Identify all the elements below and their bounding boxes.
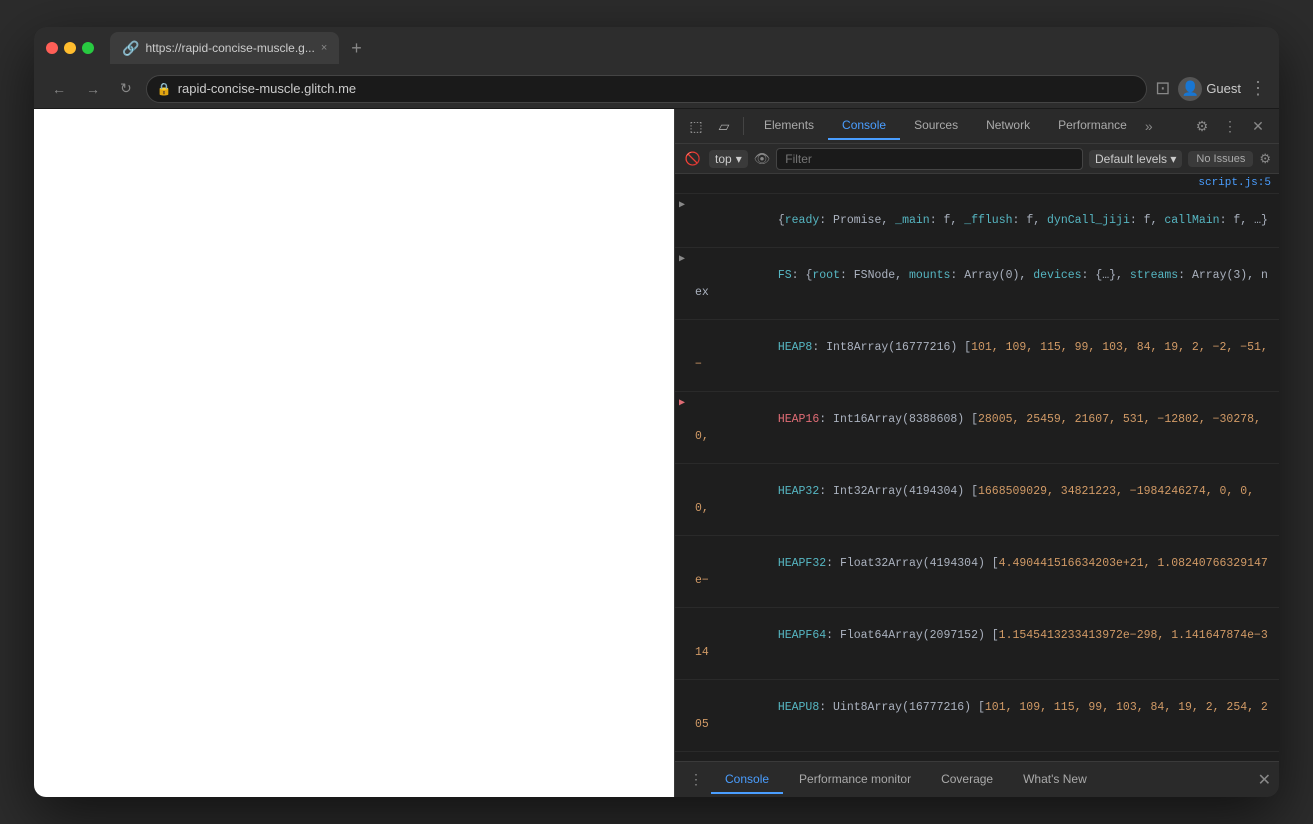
- bottom-tab-coverage[interactable]: Coverage: [927, 766, 1007, 794]
- profile-label: Guest: [1206, 81, 1241, 96]
- more-tabs-icon[interactable]: »: [1145, 118, 1153, 134]
- main-area: ⬚ ▱ Elements Console Sources Network Per…: [34, 109, 1279, 797]
- console-line: HEAP32: Int32Array(4194304) [1668509029,…: [675, 464, 1279, 536]
- issues-badge[interactable]: No Issues: [1188, 151, 1253, 167]
- tab-sources[interactable]: Sources: [900, 112, 972, 140]
- console-line: HEAPF64: Float64Array(2097152) [1.154541…: [675, 608, 1279, 680]
- console-line-content: HEAP16: Int16Array(8388608) [28005, 2545…: [695, 393, 1271, 462]
- profile-icon: 👤: [1178, 77, 1202, 101]
- profile-button[interactable]: 👤 Guest: [1178, 77, 1241, 101]
- context-selector[interactable]: top ▾: [709, 150, 748, 168]
- console-source-link-line: script.js:5: [675, 174, 1279, 194]
- tab-elements[interactable]: Elements: [750, 112, 828, 140]
- clear-console-icon[interactable]: 🚫: [683, 149, 703, 169]
- menu-button[interactable]: ⋮: [1249, 78, 1267, 99]
- maximize-button[interactable]: [82, 42, 94, 54]
- console-line-content: HEAPF32: Float32Array(4194304) [4.490441…: [695, 537, 1271, 606]
- console-line: HEAPU8: Uint8Array(16777216) [101, 109, …: [675, 680, 1279, 752]
- console-line-content: {ready: Promise, _main: f, _fflush: f, d…: [695, 195, 1271, 247]
- nav-bar: ← → ↻ 🔒 rapid-concise-muscle.glitch.me ⊡…: [34, 69, 1279, 109]
- tab-network[interactable]: Network: [972, 112, 1044, 140]
- console-line-content: HEAPU8: Uint8Array(16777216) [101, 109, …: [695, 681, 1271, 750]
- address-text: rapid-concise-muscle.glitch.me: [178, 81, 356, 96]
- forward-button[interactable]: →: [80, 77, 106, 101]
- console-output[interactable]: script.js:5 ▶ {ready: Promise, _main: f,…: [675, 174, 1279, 761]
- bottom-tab-more-icon[interactable]: ⋮: [683, 771, 709, 788]
- context-label: top: [715, 152, 732, 166]
- console-line: ▶ HEAP16: Int16Array(8388608) [28005, 25…: [675, 392, 1279, 464]
- refresh-button[interactable]: ↻: [114, 76, 138, 101]
- close-button[interactable]: [46, 42, 58, 54]
- address-bar[interactable]: 🔒 rapid-concise-muscle.glitch.me: [146, 75, 1147, 103]
- bottom-bar-close-icon[interactable]: ✕: [1258, 770, 1271, 790]
- bottom-tab-whats-new[interactable]: What's New: [1009, 766, 1101, 794]
- source-link[interactable]: script.js:5: [1198, 175, 1271, 192]
- tab-console[interactable]: Console: [828, 112, 900, 140]
- devtools-toolbar2: 🚫 top ▾ 👁 Default levels ▾ No Issues ⚙: [675, 144, 1279, 174]
- nav-actions: ⊡ 👤 Guest ⋮: [1155, 77, 1267, 101]
- bottom-tab-bar: ⋮ Console Performance monitor Coverage W…: [675, 761, 1279, 797]
- console-line-content: HEAPU16: Uint16Array(8388608) [28005, 25…: [695, 753, 1271, 761]
- levels-dropdown-icon: ▾: [1170, 152, 1176, 166]
- tab-title: https://rapid-concise-muscle.g...: [145, 41, 314, 55]
- new-tab-button[interactable]: +: [343, 38, 370, 59]
- levels-label: Default levels: [1095, 152, 1167, 166]
- browser-window: 🔗 https://rapid-concise-muscle.g... × + …: [34, 27, 1279, 797]
- console-line: HEAP8: Int8Array(16777216) [101, 109, 11…: [675, 320, 1279, 392]
- toolbar-separator: [743, 117, 744, 135]
- devtools-toolbar: ⬚ ▱ Elements Console Sources Network Per…: [675, 109, 1279, 144]
- devtools-tabs: Elements Console Sources Network Perform…: [750, 112, 1187, 140]
- console-line: HEAPU16: Uint16Array(8388608) [28005, 25…: [675, 752, 1279, 761]
- browser-viewport: [34, 109, 674, 797]
- lock-icon: 🔒: [157, 82, 172, 96]
- bottom-tab-performance-monitor[interactable]: Performance monitor: [785, 766, 925, 794]
- title-bar: 🔗 https://rapid-concise-muscle.g... × +: [34, 27, 1279, 69]
- console-line: HEAPF32: Float32Array(4194304) [4.490441…: [675, 536, 1279, 608]
- devtools-panel: ⬚ ▱ Elements Console Sources Network Per…: [674, 109, 1279, 797]
- console-settings-icon[interactable]: ⚙: [1259, 151, 1271, 167]
- back-button[interactable]: ←: [46, 77, 72, 101]
- devtools-more-icon[interactable]: ⋮: [1217, 113, 1243, 139]
- tab-bar: 🔗 https://rapid-concise-muscle.g... × +: [110, 32, 1267, 64]
- devtools-close-icon[interactable]: ✕: [1245, 113, 1271, 139]
- traffic-lights: [46, 42, 94, 54]
- inspect-element-icon[interactable]: ⬚: [683, 113, 709, 139]
- log-levels-selector[interactable]: Default levels ▾: [1089, 150, 1182, 168]
- tab-favicon: 🔗: [122, 40, 139, 57]
- browser-tab[interactable]: 🔗 https://rapid-concise-muscle.g... ×: [110, 32, 339, 64]
- eye-icon[interactable]: 👁: [754, 151, 771, 167]
- console-line-content: FS: {root: FSNode, mounts: Array(0), dev…: [695, 249, 1271, 318]
- device-emulation-icon[interactable]: ▱: [711, 113, 737, 139]
- tab-performance[interactable]: Performance: [1044, 112, 1141, 140]
- devtools-settings-icon[interactable]: ⚙: [1189, 113, 1215, 139]
- console-filter-input[interactable]: [776, 148, 1083, 170]
- tab-close-button[interactable]: ×: [321, 42, 327, 54]
- bottom-tab-console[interactable]: Console: [711, 766, 783, 794]
- console-line: ▶ FS: {root: FSNode, mounts: Array(0), d…: [675, 248, 1279, 320]
- extensions-button[interactable]: ⊡: [1155, 78, 1170, 99]
- expand-arrow-icon[interactable]: ▶: [679, 198, 685, 213]
- console-line-content: HEAP32: Int32Array(4194304) [1668509029,…: [695, 465, 1271, 534]
- console-line-content: HEAPF64: Float64Array(2097152) [1.154541…: [695, 609, 1271, 678]
- console-line-content: HEAP8: Int8Array(16777216) [101, 109, 11…: [695, 321, 1271, 390]
- expand-arrow-icon[interactable]: ▶: [679, 252, 685, 267]
- console-line: ▶ {ready: Promise, _main: f, _fflush: f,…: [675, 194, 1279, 249]
- context-dropdown-icon: ▾: [736, 152, 742, 166]
- expand-arrow-icon: ▶: [679, 396, 685, 411]
- minimize-button[interactable]: [64, 42, 76, 54]
